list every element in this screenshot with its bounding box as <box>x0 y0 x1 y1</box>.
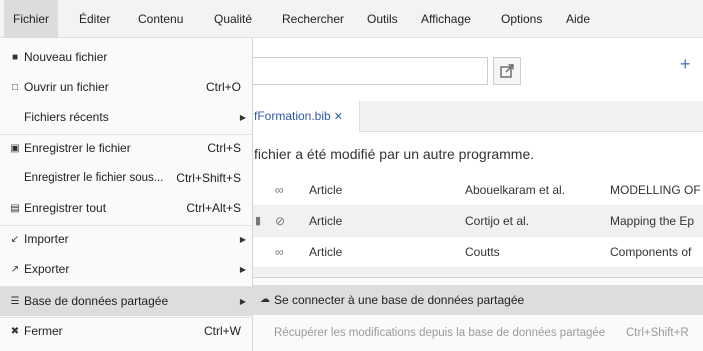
menu-item-label: Base de données partagée <box>24 294 169 308</box>
open-folder-icon: □ <box>11 82 19 93</box>
menu-item-recent-files[interactable]: Fichiers récents ▶ <box>0 104 253 131</box>
menu-item-label: Enregistrer le fichier <box>24 141 131 155</box>
menu-rechercher[interactable]: Rechercher <box>273 0 353 38</box>
shortcut-label: Ctrl+S <box>207 141 241 155</box>
entry-author: Cortijo et al. <box>465 214 530 228</box>
shortcut-label: Ctrl+Shift+R <box>626 327 689 339</box>
menu-outils[interactable]: Outils <box>358 0 407 38</box>
menu-options[interactable]: Options <box>492 0 551 38</box>
entry-type: Article <box>309 214 343 228</box>
menu-item-save-as[interactable]: Enregistrer le fichier sous... Ctrl+Shif… <box>0 165 253 192</box>
menu-item-export[interactable]: ↗ Exporter ▶ <box>0 256 253 283</box>
menu-editer[interactable]: Éditer <box>70 0 119 38</box>
entry-title: Mapping the Ep <box>610 214 695 228</box>
link-icon: ∞ <box>275 245 284 259</box>
shortcut-label: Ctrl+O <box>205 80 241 94</box>
database-icon: ☰ <box>10 296 20 307</box>
import-icon: ↙ <box>10 234 20 245</box>
menu-fichier[interactable]: Fichier <box>4 0 59 38</box>
menu-item-label: Ouvrir un fichier <box>24 80 109 94</box>
shared-database-submenu: ☁ Se connecter à une base de données par… <box>253 277 703 351</box>
close-icon[interactable]: ✕ <box>334 111 343 123</box>
menu-item-label: Se connecter à une base de données parta… <box>274 293 525 307</box>
export-icon: ↗ <box>10 264 20 275</box>
menu-item-label: Enregistrer tout <box>24 201 107 215</box>
menu-item-label: Fichiers récents <box>24 110 109 124</box>
entry-author: Abouelkaram et al. <box>465 183 566 197</box>
menu-item-pull-changes[interactable]: Récupérer les modifications depuis la ba… <box>253 318 703 348</box>
entry-type: Article <box>309 245 343 259</box>
submenu-arrow-icon: ▶ <box>239 265 246 274</box>
menu-item-label: Fermer <box>24 324 63 338</box>
save-icon: ▣ <box>10 143 20 154</box>
link-icon: ∞ <box>275 183 284 197</box>
menu-item-label: Importer <box>24 232 69 246</box>
menu-item-save[interactable]: ▣ Enregistrer le fichier Ctrl+S <box>0 135 253 162</box>
menu-item-import[interactable]: ↙ Importer ▶ <box>0 226 253 253</box>
search-input[interactable] <box>228 57 488 85</box>
entry-title: MODELLING OF <box>610 183 701 197</box>
menu-item-new-file[interactable]: ■ Nouveau fichier <box>0 44 253 71</box>
menu-item-close[interactable]: ✖ Fermer Ctrl+W <box>0 318 253 345</box>
entry-type: Article <box>309 183 343 197</box>
file-changed-notice: fichier a été modifié par un autre progr… <box>254 146 535 162</box>
shortcut-label: Ctrl+W <box>204 324 241 338</box>
external-window-icon <box>500 64 514 78</box>
menu-aide[interactable]: Aide <box>557 0 599 38</box>
close-circle-icon: ✖ <box>10 326 20 337</box>
table-row[interactable]: ∞ Article Abouelkaram et al. MODELLING O… <box>228 175 703 206</box>
folder-icon: ■ <box>11 52 19 63</box>
shortcut-label: Ctrl+Shift+S <box>176 171 241 185</box>
menu-item-label: Exporter <box>24 262 70 276</box>
attachment-icon: ⊘ <box>275 214 286 228</box>
menu-item-label: Nouveau fichier <box>24 50 108 64</box>
table-row[interactable]: ▮ ⊘ Article Cortijo et al. Mapping the E… <box>228 206 703 237</box>
open-search-window-button[interactable] <box>493 57 521 85</box>
menu-qualite[interactable]: Qualité <box>205 0 261 38</box>
shortcut-label: Ctrl+Alt+S <box>186 201 241 215</box>
menu-item-connect-shared-db[interactable]: ☁ Se connecter à une base de données par… <box>253 285 703 315</box>
entry-title: Components of <box>610 245 692 259</box>
menu-item-save-all[interactable]: ▤ Enregistrer tout Ctrl+Alt+S <box>0 195 253 222</box>
entry-author: Coutts <box>465 245 500 259</box>
add-icon[interactable]: + <box>680 54 691 75</box>
table-row[interactable]: ∞ Article Coutts Components of <box>228 237 703 268</box>
menu-affichage[interactable]: Affichage <box>412 0 480 38</box>
menu-item-open-file[interactable]: □ Ouvrir un fichier Ctrl+O <box>0 74 253 101</box>
save-all-icon: ▤ <box>10 203 20 214</box>
document-icon: ▮ <box>255 215 262 227</box>
menu-item-shared-database[interactable]: ☰ Base de données partagée ▶ <box>0 287 253 316</box>
tab-library-label: fFormation.bib <box>254 109 331 123</box>
menu-contenu[interactable]: Contenu <box>129 0 192 38</box>
menu-item-label: Enregistrer le fichier sous... <box>24 172 164 184</box>
menu-bar: Fichier Éditer Contenu Qualité Recherche… <box>0 0 703 38</box>
file-menu: ■ Nouveau fichier □ Ouvrir un fichier Ct… <box>0 38 253 351</box>
submenu-arrow-icon: ▶ <box>239 113 246 122</box>
cloud-icon: ☁ <box>260 294 270 305</box>
menu-item-label: Récupérer les modifications depuis la ba… <box>274 327 606 339</box>
library-tabs: fFormation.bib ✕ <box>228 101 703 132</box>
submenu-arrow-icon: ▶ <box>239 297 246 306</box>
submenu-arrow-icon: ▶ <box>239 235 246 244</box>
